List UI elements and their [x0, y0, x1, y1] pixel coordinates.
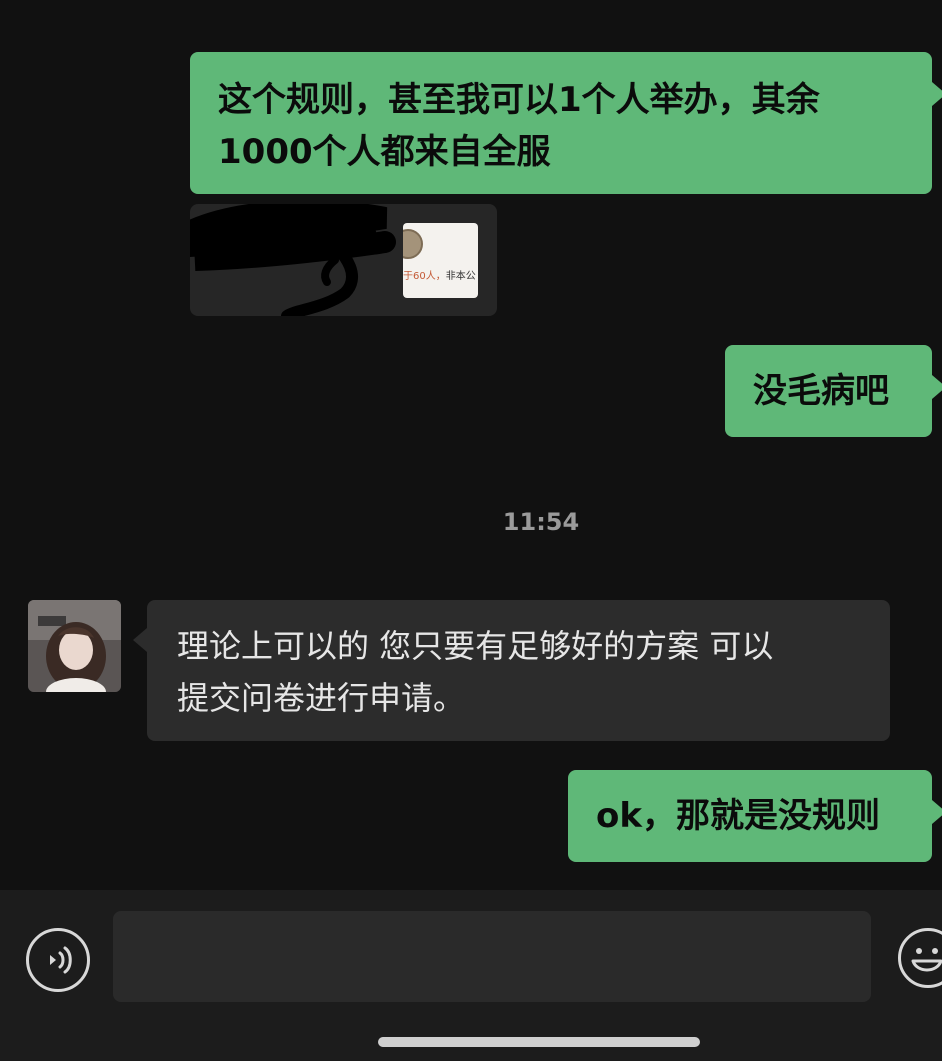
message-line: 提交问卷进行申请。 [177, 679, 466, 717]
message-text: 没毛病吧 [753, 371, 889, 411]
redaction-scribble [190, 204, 396, 316]
timestamp: 11:54 [502, 508, 580, 536]
incoming-message[interactable]: 理论上可以的 您只要有足够好的方案 可以 提交问卷进行申请。 [133, 600, 890, 741]
voice-icon [50, 946, 72, 974]
card-thumbnail: 于60人，非本公 [403, 223, 478, 298]
outgoing-message[interactable]: 没毛病吧 [725, 345, 942, 437]
avatar-image [28, 600, 121, 692]
outgoing-message[interactable]: 这个规则，甚至我可以1个人举办，其余 1000个人都来自全服 [190, 52, 942, 194]
message-line: 1000个人都来自全服 [218, 132, 551, 172]
outgoing-message[interactable]: ok，那就是没规则 [568, 770, 942, 862]
voice-button[interactable] [26, 928, 90, 992]
chat-area: 这个规则，甚至我可以1个人举办，其余 1000个人都来自全服 于60人，非本公 … [0, 0, 942, 890]
message-line: 这个规则，甚至我可以1个人举办，其余 [218, 80, 820, 120]
home-indicator[interactable] [378, 1037, 700, 1047]
avatar[interactable] [28, 600, 121, 692]
seal-icon [403, 229, 423, 259]
message-line: 理论上可以的 您只要有足够好的方案 可以 [177, 627, 774, 665]
emoji-button[interactable] [898, 928, 942, 988]
shared-card-message[interactable]: 于60人，非本公 [190, 204, 497, 316]
message-text: ok，那就是没规则 [596, 796, 880, 836]
message-input[interactable] [113, 911, 871, 1002]
card-preview-text: 于60人，非本公 [403, 271, 476, 282]
emoji-icon [911, 948, 942, 972]
